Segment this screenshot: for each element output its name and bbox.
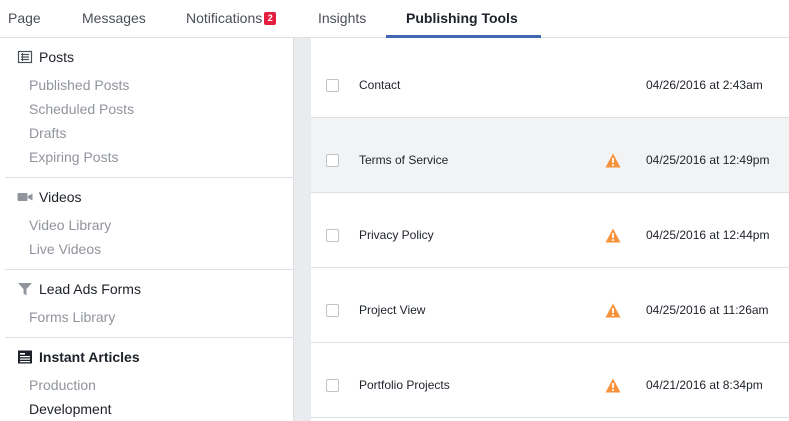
tab-notifications[interactable]: Notifications 2: [186, 0, 277, 38]
video-camera-icon: [17, 189, 33, 205]
sidebar-divider: [5, 177, 294, 178]
sidebar-item-development[interactable]: Development: [29, 399, 112, 419]
sidebar-section-videos-label: Videos: [39, 189, 82, 205]
sidebar-section-instant-articles[interactable]: Instant Articles: [17, 347, 140, 367]
tab-page-label: Page: [8, 10, 41, 26]
sidebar-item-production[interactable]: Production: [29, 375, 96, 395]
sidebar-section-posts[interactable]: Posts: [17, 47, 74, 67]
list-icon: [17, 49, 33, 65]
row-checkbox[interactable]: [326, 154, 339, 167]
article-title[interactable]: Terms of Service: [359, 152, 448, 168]
table-row[interactable]: Contact 04/26/2016 at 2:43am: [311, 43, 789, 118]
warning-icon[interactable]: [605, 303, 621, 318]
tab-insights-label: Insights: [318, 10, 367, 26]
tab-notifications-label: Notifications: [186, 10, 263, 26]
sidebar-item-expiring-posts[interactable]: Expiring Posts: [29, 147, 118, 167]
table-row[interactable]: Portfolio Projects 04/21/2016 at 8:34pm: [311, 343, 789, 418]
warning-icon[interactable]: [605, 378, 621, 393]
tab-messages[interactable]: Messages: [82, 0, 146, 38]
sidebar-item-live-videos[interactable]: Live Videos: [29, 239, 101, 259]
sidebar-section-posts-label: Posts: [39, 49, 75, 65]
sidebar-section-videos[interactable]: Videos: [17, 187, 82, 207]
table-row[interactable]: Terms of Service 04/25/2016 at 12:49pm: [311, 118, 789, 193]
sidebar-item-drafts[interactable]: Drafts: [29, 123, 66, 143]
sidebar-divider: [5, 337, 294, 338]
sidebar-section-instant-articles-label: Instant Articles: [39, 349, 140, 365]
sidebar-item-published-posts[interactable]: Published Posts: [29, 75, 129, 95]
table-row[interactable]: Project View 04/25/2016 at 11:26am: [311, 268, 789, 343]
row-checkbox[interactable]: [326, 379, 339, 392]
tab-publishing-tools-label: Publishing Tools: [406, 10, 518, 26]
tab-messages-label: Messages: [82, 10, 146, 26]
sidebar-item-forms-library[interactable]: Forms Library: [29, 307, 115, 327]
sidebar-item-video-library[interactable]: Video Library: [29, 215, 111, 235]
sidebar-item-scheduled-posts[interactable]: Scheduled Posts: [29, 99, 134, 119]
tab-insights[interactable]: Insights: [318, 0, 366, 38]
tab-publishing-tools[interactable]: Publishing Tools: [406, 0, 518, 38]
article-list: Contact 04/26/2016 at 2:43am Terms of Se…: [311, 38, 789, 421]
article-date: 04/26/2016 at 2:43am: [646, 78, 763, 92]
article-icon: [17, 349, 33, 365]
warning-icon[interactable]: [605, 153, 621, 168]
article-date: 04/25/2016 at 11:26am: [646, 303, 769, 317]
article-title[interactable]: Contact: [359, 77, 400, 93]
row-checkbox[interactable]: [326, 79, 339, 92]
article-title[interactable]: Portfolio Projects: [359, 377, 450, 393]
tab-page[interactable]: Page: [8, 0, 41, 38]
filter-icon: [17, 281, 33, 297]
sidebar-gutter: [294, 38, 311, 421]
row-checkbox[interactable]: [326, 304, 339, 317]
article-date: 04/25/2016 at 12:44pm: [646, 228, 770, 242]
top-tab-bar: Page Messages Notifications 2 Insights Pu…: [0, 0, 789, 38]
article-date: 04/25/2016 at 12:49pm: [646, 153, 770, 167]
publishing-sidebar: Posts Published Posts Scheduled Posts Dr…: [5, 38, 294, 421]
article-title[interactable]: Privacy Policy: [359, 227, 434, 243]
sidebar-divider: [5, 269, 294, 270]
row-checkbox[interactable]: [326, 229, 339, 242]
article-date: 04/21/2016 at 8:34pm: [646, 378, 763, 392]
table-row[interactable]: Privacy Policy 04/25/2016 at 12:44pm: [311, 193, 789, 268]
sidebar-section-lead-ads-forms[interactable]: Lead Ads Forms: [17, 279, 141, 299]
warning-icon[interactable]: [605, 228, 621, 243]
article-title[interactable]: Project View: [359, 302, 425, 318]
notifications-count-badge: 2: [264, 12, 277, 25]
sidebar-section-lead-ads-label: Lead Ads Forms: [39, 281, 141, 297]
